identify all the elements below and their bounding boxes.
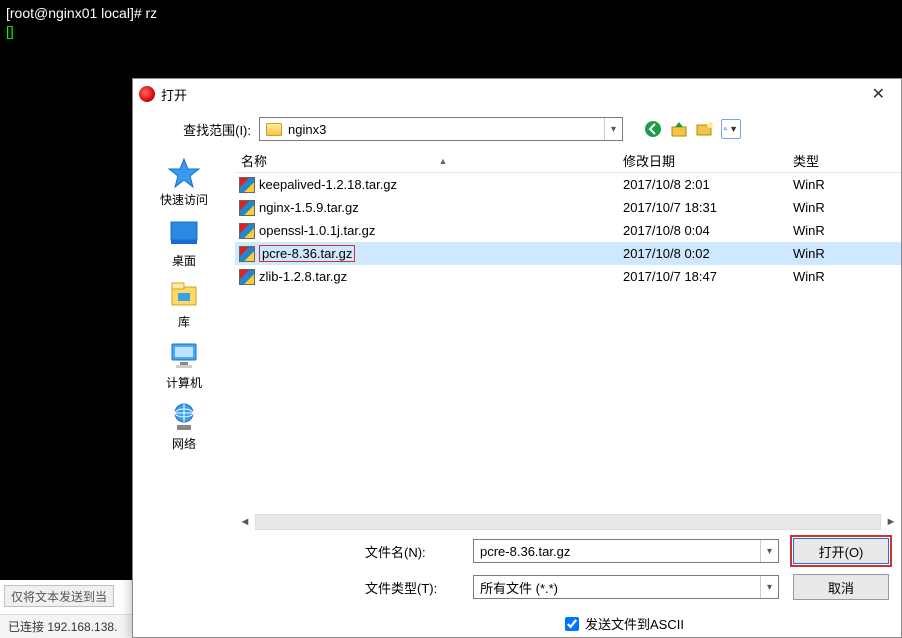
file-row[interactable]: openssl-1.0.1j.tar.gz 2017/10/8 0:04WinR <box>235 219 901 242</box>
file-type: WinR <box>789 269 901 284</box>
file-type: WinR <box>789 223 901 238</box>
archive-icon <box>239 269 255 285</box>
file-row[interactable]: keepalived-1.2.18.tar.gz 2017/10/8 2:01Wi… <box>235 173 901 196</box>
network-icon <box>166 401 202 433</box>
file-date: 2017/10/7 18:47 <box>619 269 789 284</box>
app-icon <box>139 86 155 102</box>
lookin-value: nginx3 <box>288 122 326 137</box>
dialog-title: 打开 <box>161 85 862 104</box>
file-type: WinR <box>789 177 901 192</box>
scroll-right-icon[interactable]: ► <box>883 514 899 530</box>
file-open-dialog: 打开 ✕ 查找范围(I): nginx3 ▾ ▼ <box>132 78 902 638</box>
file-date: 2017/10/8 2:01 <box>619 177 789 192</box>
sort-arrow-icon: ▲ <box>267 156 619 166</box>
file-list[interactable]: keepalived-1.2.18.tar.gz2017/10/8 2:01Wi… <box>235 173 901 516</box>
cancel-button[interactable]: 取消 <box>793 574 889 600</box>
place-label: 快速访问 <box>160 191 208 208</box>
places-sidebar: 快速访问 桌面 库 计算机 网络 <box>133 149 235 637</box>
archive-icon <box>239 246 255 262</box>
status-partial: 仅将文本发送到当 <box>4 585 114 607</box>
chevron-down-icon[interactable]: ▾ <box>760 576 778 598</box>
scroll-track[interactable] <box>255 514 881 530</box>
terminal-command: rz <box>146 5 158 21</box>
ascii-checkbox[interactable] <box>565 617 579 631</box>
title-bar: 打开 ✕ <box>133 79 901 109</box>
nav-up-icon[interactable] <box>669 119 689 139</box>
lookin-combobox[interactable]: nginx3 ▾ <box>259 117 623 141</box>
scroll-left-icon[interactable]: ◄ <box>237 514 253 530</box>
file-name: nginx-1.5.9.tar.gz <box>259 200 359 215</box>
place-label: 网络 <box>172 435 196 452</box>
filetype-value: 所有文件 (*.*) <box>480 578 558 597</box>
file-date: 2017/10/8 0:02 <box>619 246 789 261</box>
place-library[interactable]: 库 <box>133 275 235 334</box>
filename-label: 文件名(N): <box>235 542 473 561</box>
filename-value: pcre-8.36.tar.gz <box>480 544 570 559</box>
col-date[interactable]: 修改日期 <box>619 151 789 170</box>
chevron-down-icon[interactable]: ▾ <box>604 118 622 140</box>
file-date: 2017/10/7 18:31 <box>619 200 789 215</box>
folder-icon <box>266 123 282 136</box>
quick-access-icon <box>166 157 202 189</box>
place-label: 库 <box>178 313 190 330</box>
archive-icon <box>239 200 255 216</box>
new-folder-icon[interactable] <box>695 119 715 139</box>
terminal-cursor: [] <box>6 22 896 40</box>
prompt: [root@nginx01 local]# <box>6 5 142 21</box>
place-label: 计算机 <box>166 374 202 391</box>
file-name: zlib-1.2.8.tar.gz <box>259 269 347 284</box>
computer-icon <box>166 340 202 372</box>
place-computer[interactable]: 计算机 <box>133 336 235 395</box>
col-type[interactable]: 类型 <box>789 151 901 170</box>
file-type: WinR <box>789 200 901 215</box>
file-name: pcre-8.36.tar.gz <box>259 245 355 262</box>
file-row[interactable]: pcre-8.36.tar.gz 2017/10/8 0:02WinR <box>235 242 901 265</box>
view-menu-icon[interactable]: ▼ <box>721 119 741 139</box>
filetype-combobox[interactable]: 所有文件 (*.*) ▾ <box>473 575 779 599</box>
place-desktop[interactable]: 桌面 <box>133 214 235 273</box>
archive-icon <box>239 177 255 193</box>
close-button[interactable]: ✕ <box>862 80 895 108</box>
file-type: WinR <box>789 246 901 261</box>
file-row[interactable]: nginx-1.5.9.tar.gz 2017/10/7 18:31WinR <box>235 196 901 219</box>
filetype-label: 文件类型(T): <box>235 578 473 597</box>
col-name[interactable]: 名称 <box>241 151 267 170</box>
horizontal-scrollbar[interactable]: ◄ ► <box>235 516 901 534</box>
lookin-label: 查找范围(I): <box>133 120 251 139</box>
file-name: openssl-1.0.1j.tar.gz <box>259 223 375 238</box>
file-date: 2017/10/8 0:04 <box>619 223 789 238</box>
chevron-down-icon[interactable]: ▾ <box>760 540 778 562</box>
place-network[interactable]: 网络 <box>133 397 235 456</box>
filename-combobox[interactable]: pcre-8.36.tar.gz ▾ <box>473 539 779 563</box>
ascii-label: 发送文件到ASCII <box>585 614 684 633</box>
library-icon <box>166 279 202 311</box>
file-name: keepalived-1.2.18.tar.gz <box>259 177 397 192</box>
open-button[interactable]: 打开(O) <box>793 538 889 564</box>
desktop-icon <box>166 218 202 250</box>
archive-icon <box>239 223 255 239</box>
column-header[interactable]: 名称▲ 修改日期 类型 <box>235 149 901 173</box>
place-label: 桌面 <box>172 252 196 269</box>
place-quick-access[interactable]: 快速访问 <box>133 153 235 212</box>
nav-back-icon[interactable] <box>643 119 663 139</box>
status-connection: 已连接 192.168.138. <box>8 618 117 635</box>
file-row[interactable]: zlib-1.2.8.tar.gz 2017/10/7 18:47WinR <box>235 265 901 288</box>
